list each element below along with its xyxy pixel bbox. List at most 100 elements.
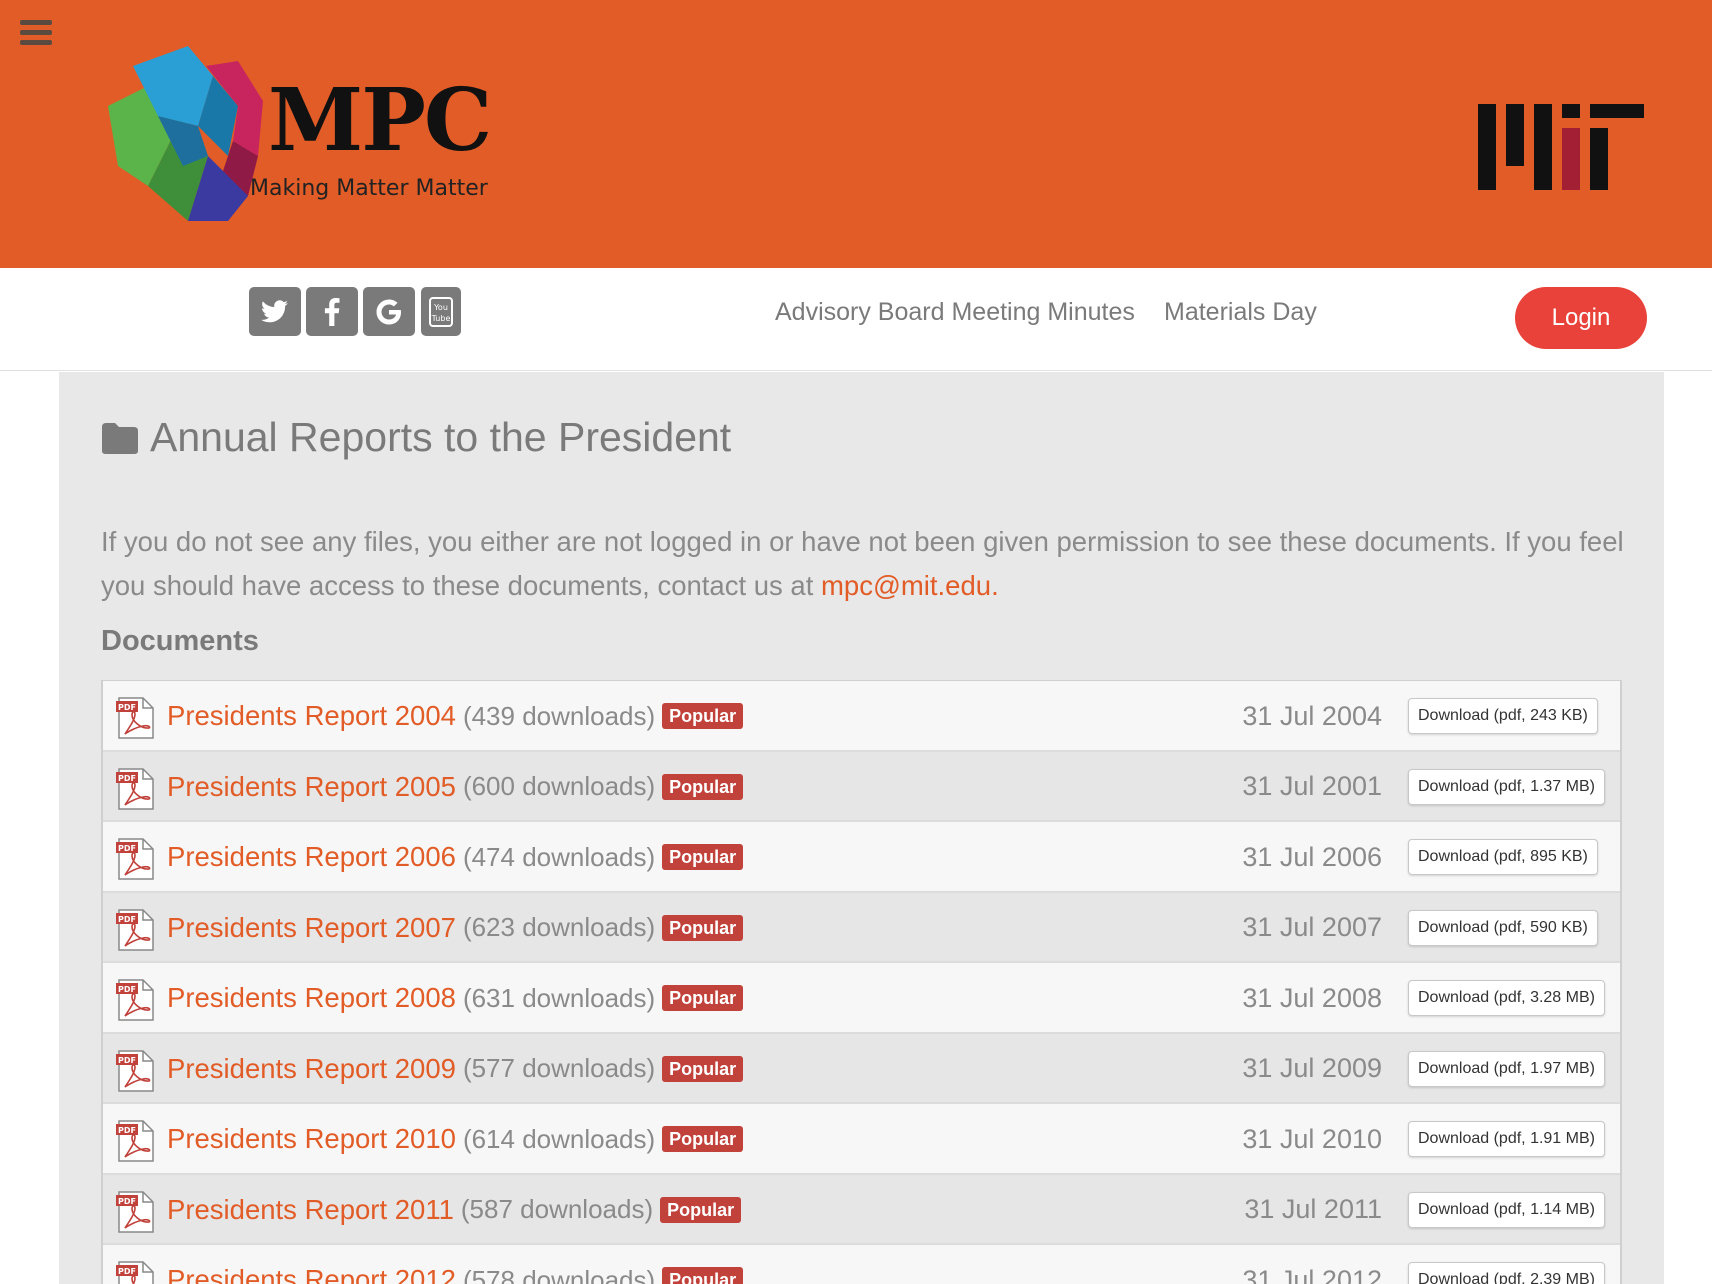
document-info: Presidents Report 2011 (587 downloads) P… <box>167 1175 742 1245</box>
svg-text:PDF: PDF <box>118 915 136 924</box>
document-title-link[interactable]: Presidents Report 2006 <box>167 841 456 873</box>
pdf-file-icon: PDF <box>116 1190 154 1233</box>
download-count: (614 downloads) <box>462 1123 656 1154</box>
document-date: 31 Jul 2009 <box>1242 1053 1382 1083</box>
document-row: PDF Presidents Report 2007 (623 download… <box>103 892 1620 963</box>
download-count: (578 downloads) <box>462 1264 656 1284</box>
document-info: Presidents Report 2006 (474 downloads) P… <box>167 822 744 892</box>
document-title-link[interactable]: Presidents Report 2004 <box>167 700 456 732</box>
download-button[interactable]: Download (pdf, 590 KB) <box>1408 909 1598 946</box>
cube-logo-icon <box>108 46 263 221</box>
download-count: (577 downloads) <box>462 1053 656 1083</box>
download-count: (474 downloads) <box>462 841 656 872</box>
document-date: 31 Jul 2011 <box>1244 1194 1382 1224</box>
popular-badge: Popular <box>662 703 744 729</box>
popular-badge: Popular <box>662 1126 744 1152</box>
document-date: 31 Jul 2006 <box>1242 841 1382 872</box>
download-count: (623 downloads) <box>462 912 656 942</box>
download-count: (600 downloads) <box>462 771 656 801</box>
logo-wordmark: MPC <box>268 70 492 171</box>
document-info: Presidents Report 2004 (439 downloads) P… <box>167 681 744 751</box>
document-info: Presidents Report 2010 (614 downloads) P… <box>167 1104 744 1174</box>
hamburger-icon[interactable] <box>20 20 52 46</box>
content-panel: Annual Reports to the President If you d… <box>59 372 1664 1284</box>
svg-text:PDF: PDF <box>118 703 136 712</box>
document-title-link[interactable]: Presidents Report 2005 <box>167 771 456 803</box>
site-header: MPC Making Matter Matter <box>0 0 1712 268</box>
document-info: Presidents Report 2009 (577 downloads) P… <box>167 1034 744 1104</box>
folder-icon <box>102 422 138 454</box>
popular-badge: Popular <box>662 844 744 870</box>
popular-badge: Popular <box>662 985 744 1011</box>
documents-list: PDF Presidents Report 2004 (439 download… <box>101 680 1622 1284</box>
svg-text:PDF: PDF <box>118 774 136 783</box>
document-row: PDF Presidents Report 2011 (587 download… <box>103 1174 1620 1245</box>
document-date: 31 Jul 2008 <box>1242 982 1382 1013</box>
page-title-row: Annual Reports to the President <box>100 414 731 461</box>
logo-tagline: Making Matter Matter <box>250 176 488 201</box>
access-notice: If you do not see any files, you either … <box>101 520 1641 608</box>
download-button[interactable]: Download (pdf, 1.14 MB) <box>1408 1191 1605 1228</box>
svg-text:PDF: PDF <box>118 1267 136 1276</box>
contact-email-link[interactable]: mpc@mit.edu. <box>821 570 999 601</box>
document-title-link[interactable]: Presidents Report 2010 <box>167 1123 456 1155</box>
document-title-link[interactable]: Presidents Report 2012 <box>167 1264 456 1284</box>
login-button[interactable]: Login <box>1515 287 1647 349</box>
download-button[interactable]: Download (pdf, 243 KB) <box>1408 698 1598 734</box>
svg-text:PDF: PDF <box>118 1197 136 1206</box>
svg-text:PDF: PDF <box>118 985 136 994</box>
documents-heading: Documents <box>101 625 259 657</box>
nav-advisory-board[interactable]: Advisory Board Meeting Minutes <box>775 298 1135 327</box>
document-title-link[interactable]: Presidents Report 2009 <box>167 1053 456 1085</box>
facebook-icon[interactable] <box>306 287 358 336</box>
download-button[interactable]: Download (pdf, 1.91 MB) <box>1408 1121 1605 1157</box>
pdf-file-icon: PDF <box>116 1261 154 1284</box>
svg-text:PDF: PDF <box>118 844 136 853</box>
document-row: PDF Presidents Report 2005 (600 download… <box>103 751 1620 822</box>
svg-text:You: You <box>433 303 448 312</box>
document-info: Presidents Report 2005 (600 downloads) P… <box>167 752 744 822</box>
document-title-link[interactable]: Presidents Report 2011 <box>167 1194 454 1226</box>
download-button[interactable]: Download (pdf, 895 KB) <box>1408 839 1598 875</box>
download-count: (439 downloads) <box>462 700 656 731</box>
document-date: 31 Jul 2007 <box>1242 912 1382 942</box>
document-row: PDF Presidents Report 2008 (631 download… <box>103 963 1620 1034</box>
download-button[interactable]: Download (pdf, 1.37 MB) <box>1408 768 1605 805</box>
document-row: PDF Presidents Report 2009 (577 download… <box>103 1033 1620 1104</box>
pdf-file-icon: PDF <box>116 979 154 1021</box>
popular-badge: Popular <box>662 773 744 800</box>
pdf-file-icon: PDF <box>116 767 154 810</box>
document-row: PDF Presidents Report 2006 (474 download… <box>103 822 1620 893</box>
pdf-file-icon: PDF <box>116 697 154 739</box>
svg-text:PDF: PDF <box>118 1126 136 1135</box>
nav-bar: You Tube Advisory Board Meeting Minutes M… <box>0 268 1712 371</box>
pdf-file-icon: PDF <box>116 838 154 880</box>
document-date: 31 Jul 2012 <box>1242 1264 1382 1284</box>
download-button[interactable]: Download (pdf, 3.28 MB) <box>1408 980 1605 1016</box>
popular-badge: Popular <box>660 1196 742 1223</box>
document-info: Presidents Report 2008 (631 downloads) P… <box>167 963 744 1033</box>
download-button[interactable]: Download (pdf, 1.97 MB) <box>1408 1050 1605 1087</box>
document-row: PDF Presidents Report 2004 (439 download… <box>103 681 1620 752</box>
pdf-file-icon: PDF <box>116 908 154 951</box>
document-row: PDF Presidents Report 2010 (614 download… <box>103 1104 1620 1175</box>
mit-logo-icon[interactable] <box>1478 104 1644 190</box>
document-title-link[interactable]: Presidents Report 2007 <box>167 912 456 944</box>
document-row: PDF Presidents Report 2012 (578 download… <box>103 1245 1620 1284</box>
mpc-logo[interactable]: MPC Making Matter Matter <box>88 46 492 231</box>
google-icon[interactable] <box>363 287 415 336</box>
youtube-icon[interactable]: You Tube <box>421 287 461 336</box>
download-count: (587 downloads) <box>460 1194 654 1224</box>
document-date: 31 Jul 2001 <box>1242 771 1382 801</box>
document-info: Presidents Report 2007 (623 downloads) P… <box>167 893 744 963</box>
document-info: Presidents Report 2012 (578 downloads) P… <box>167 1245 744 1284</box>
svg-text:Tube: Tube <box>431 314 451 323</box>
download-button[interactable]: Download (pdf, 2.39 MB) <box>1408 1262 1605 1284</box>
nav-materials-day[interactable]: Materials Day <box>1164 298 1317 327</box>
twitter-icon[interactable] <box>249 287 301 336</box>
popular-badge: Popular <box>662 1055 744 1082</box>
document-date: 31 Jul 2010 <box>1242 1123 1382 1154</box>
pdf-file-icon: PDF <box>116 1049 154 1092</box>
page-title: Annual Reports to the President <box>150 414 732 460</box>
document-title-link[interactable]: Presidents Report 2008 <box>167 982 456 1014</box>
